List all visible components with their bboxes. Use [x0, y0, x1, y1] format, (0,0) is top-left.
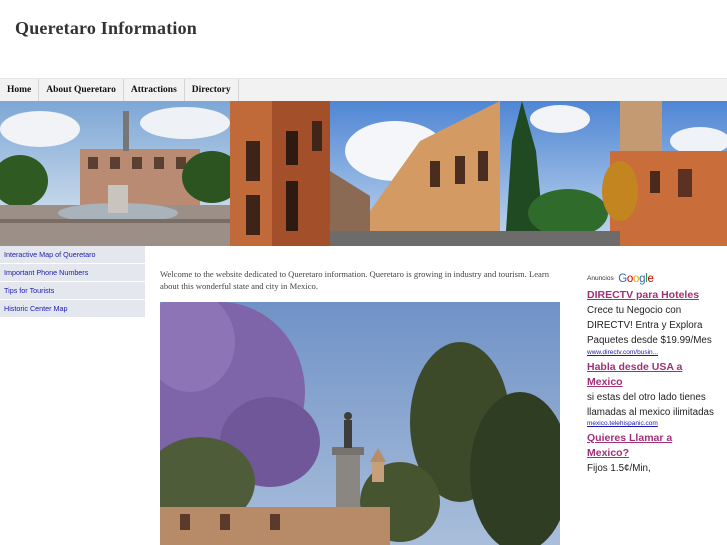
- ad-title-link[interactable]: Quieres Llamar a Mexico?: [587, 431, 715, 461]
- ads-panel: Anuncios Google DIRECTV para Hoteles Cre…: [587, 271, 715, 476]
- intro-paragraph: Welcome to the website dedicated to Quer…: [160, 269, 550, 292]
- sidebar-menu: Interactive Map of Queretaro Important P…: [0, 246, 145, 318]
- nav-about-queretaro[interactable]: About Queretaro: [39, 79, 124, 101]
- ad-description: si estas del otro lado tienes llamadas a…: [587, 391, 714, 418]
- nav-home[interactable]: Home: [0, 79, 40, 101]
- ad-item: Habla desde USA a Mexico si estas del ot…: [587, 360, 715, 427]
- sidebar-item-phone-numbers[interactable]: Important Phone Numbers: [0, 264, 145, 282]
- sidebar-item-interactive-map[interactable]: Interactive Map of Queretaro: [0, 246, 145, 264]
- main-navbar: Home About Queretaro Attractions Directo…: [0, 78, 727, 102]
- ad-url-link[interactable]: www.directv.com/busin...: [587, 349, 715, 356]
- ads-header: Anuncios Google: [587, 271, 715, 287]
- sidebar-item-historic-center-map[interactable]: Historic Center Map: [0, 300, 145, 318]
- sidebar-item-tips-for-tourists[interactable]: Tips for Tourists: [0, 282, 145, 300]
- monument-photo: [160, 302, 560, 545]
- ad-description: Fijos 1.5¢/Min,: [587, 463, 651, 475]
- site-title: Queretaro Information: [15, 18, 198, 38]
- nav-attractions[interactable]: Attractions: [124, 79, 185, 101]
- ad-item: Quieres Llamar a Mexico? Fijos 1.5¢/Min,: [587, 431, 715, 476]
- ad-url-link[interactable]: mexico.telehispanic.com: [587, 420, 715, 427]
- nav-directory[interactable]: Directory: [185, 79, 239, 101]
- google-logo: Google: [618, 273, 654, 285]
- ad-title-link[interactable]: DIRECTV para Hoteles: [587, 288, 715, 303]
- ad-description: Crece tu Negocio con DIRECTV! Entra y Ex…: [587, 305, 712, 347]
- ads-label: Anuncios: [587, 275, 614, 282]
- ad-item: DIRECTV para Hoteles Crece tu Negocio co…: [587, 288, 715, 356]
- ad-title-link[interactable]: Habla desde USA a Mexico: [587, 360, 715, 390]
- header-banner-image: [0, 101, 727, 246]
